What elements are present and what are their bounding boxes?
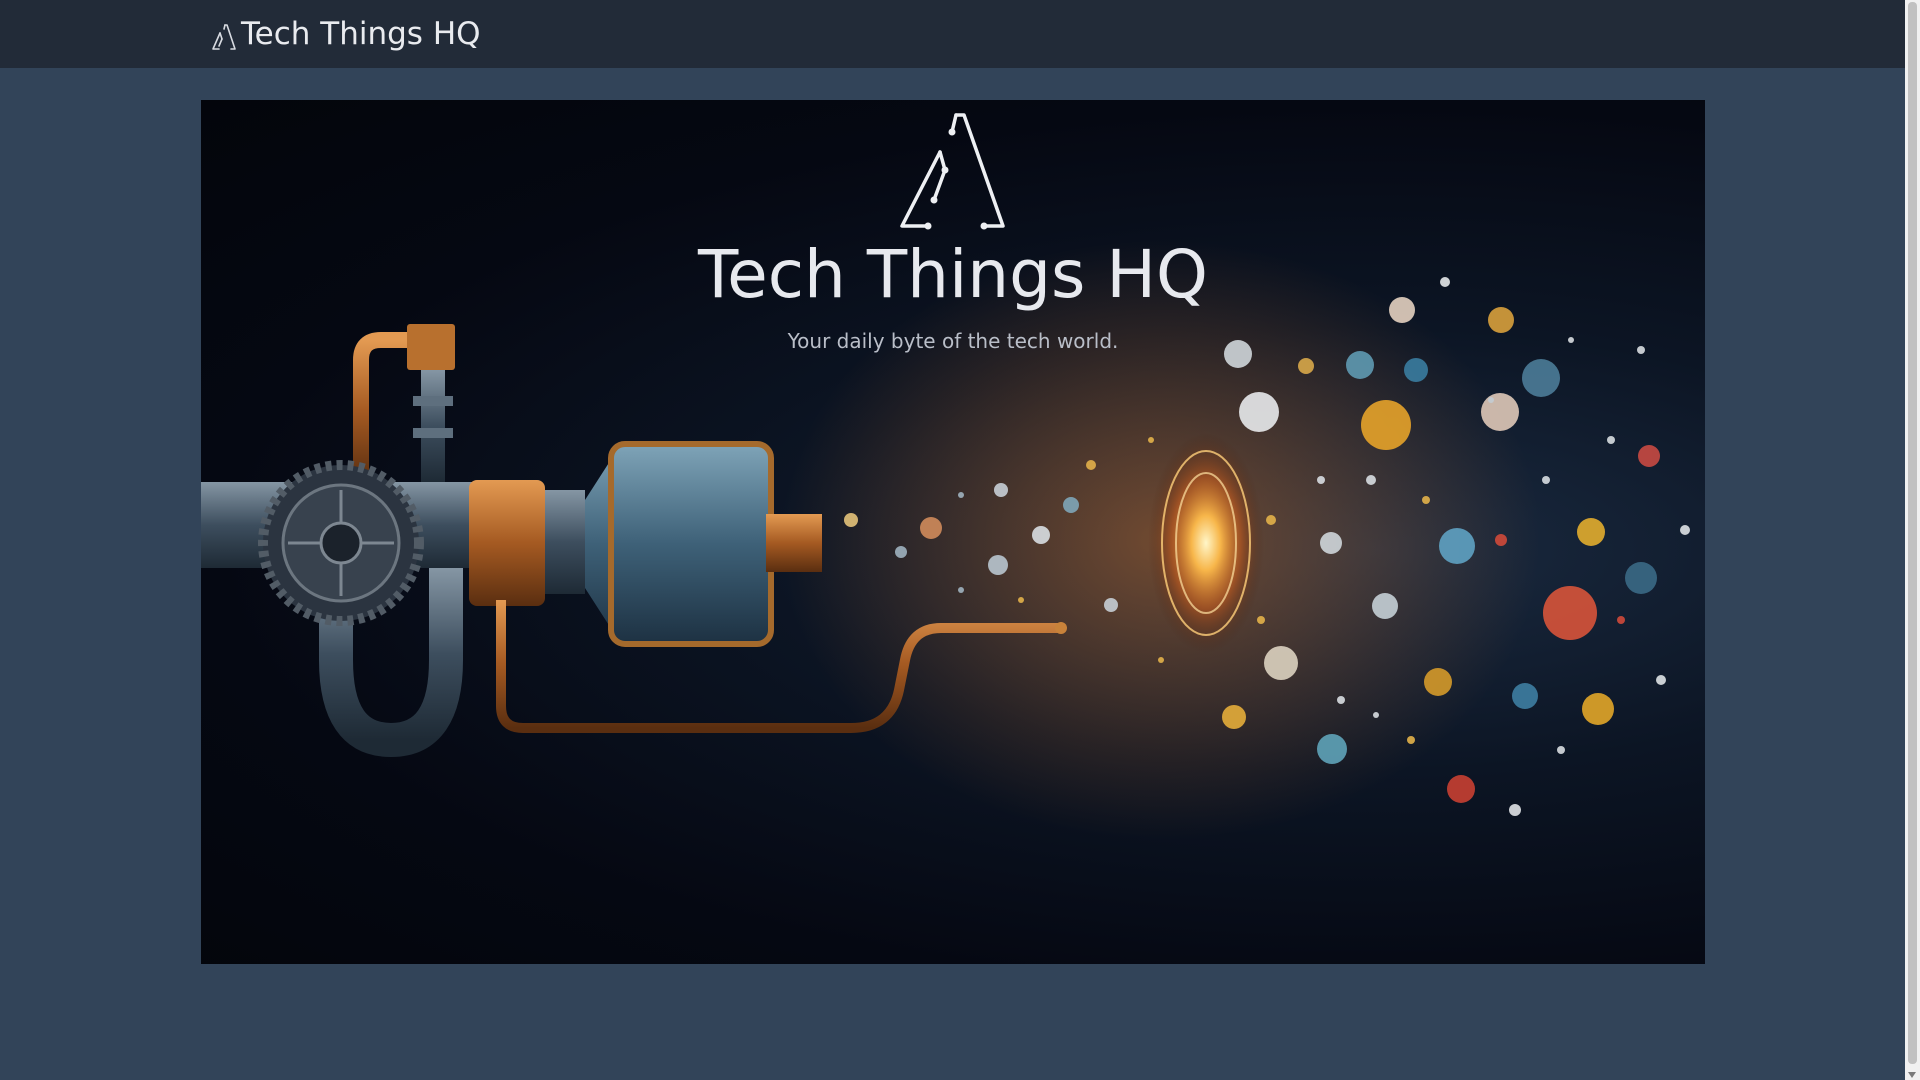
top-navbar: Tech Things HQ	[0, 0, 1905, 68]
scrollbar-thumb[interactable]	[1908, 2, 1917, 1064]
brand-link[interactable]: Tech Things HQ	[211, 14, 481, 54]
tech-things-logo-icon	[212, 24, 236, 50]
tech-things-logo-icon	[900, 113, 1005, 230]
page-scrollbar[interactable]	[1905, 0, 1920, 1080]
hero-banner: Tech Things HQ Your daily byte of the te…	[201, 100, 1705, 964]
hero-tagline: Your daily byte of the tech world.	[787, 329, 1119, 353]
brand-name: Tech Things HQ	[241, 16, 481, 52]
hero-title: Tech Things HQ	[698, 236, 1208, 313]
scroll-down-arrow-icon[interactable]	[1908, 1072, 1916, 1078]
